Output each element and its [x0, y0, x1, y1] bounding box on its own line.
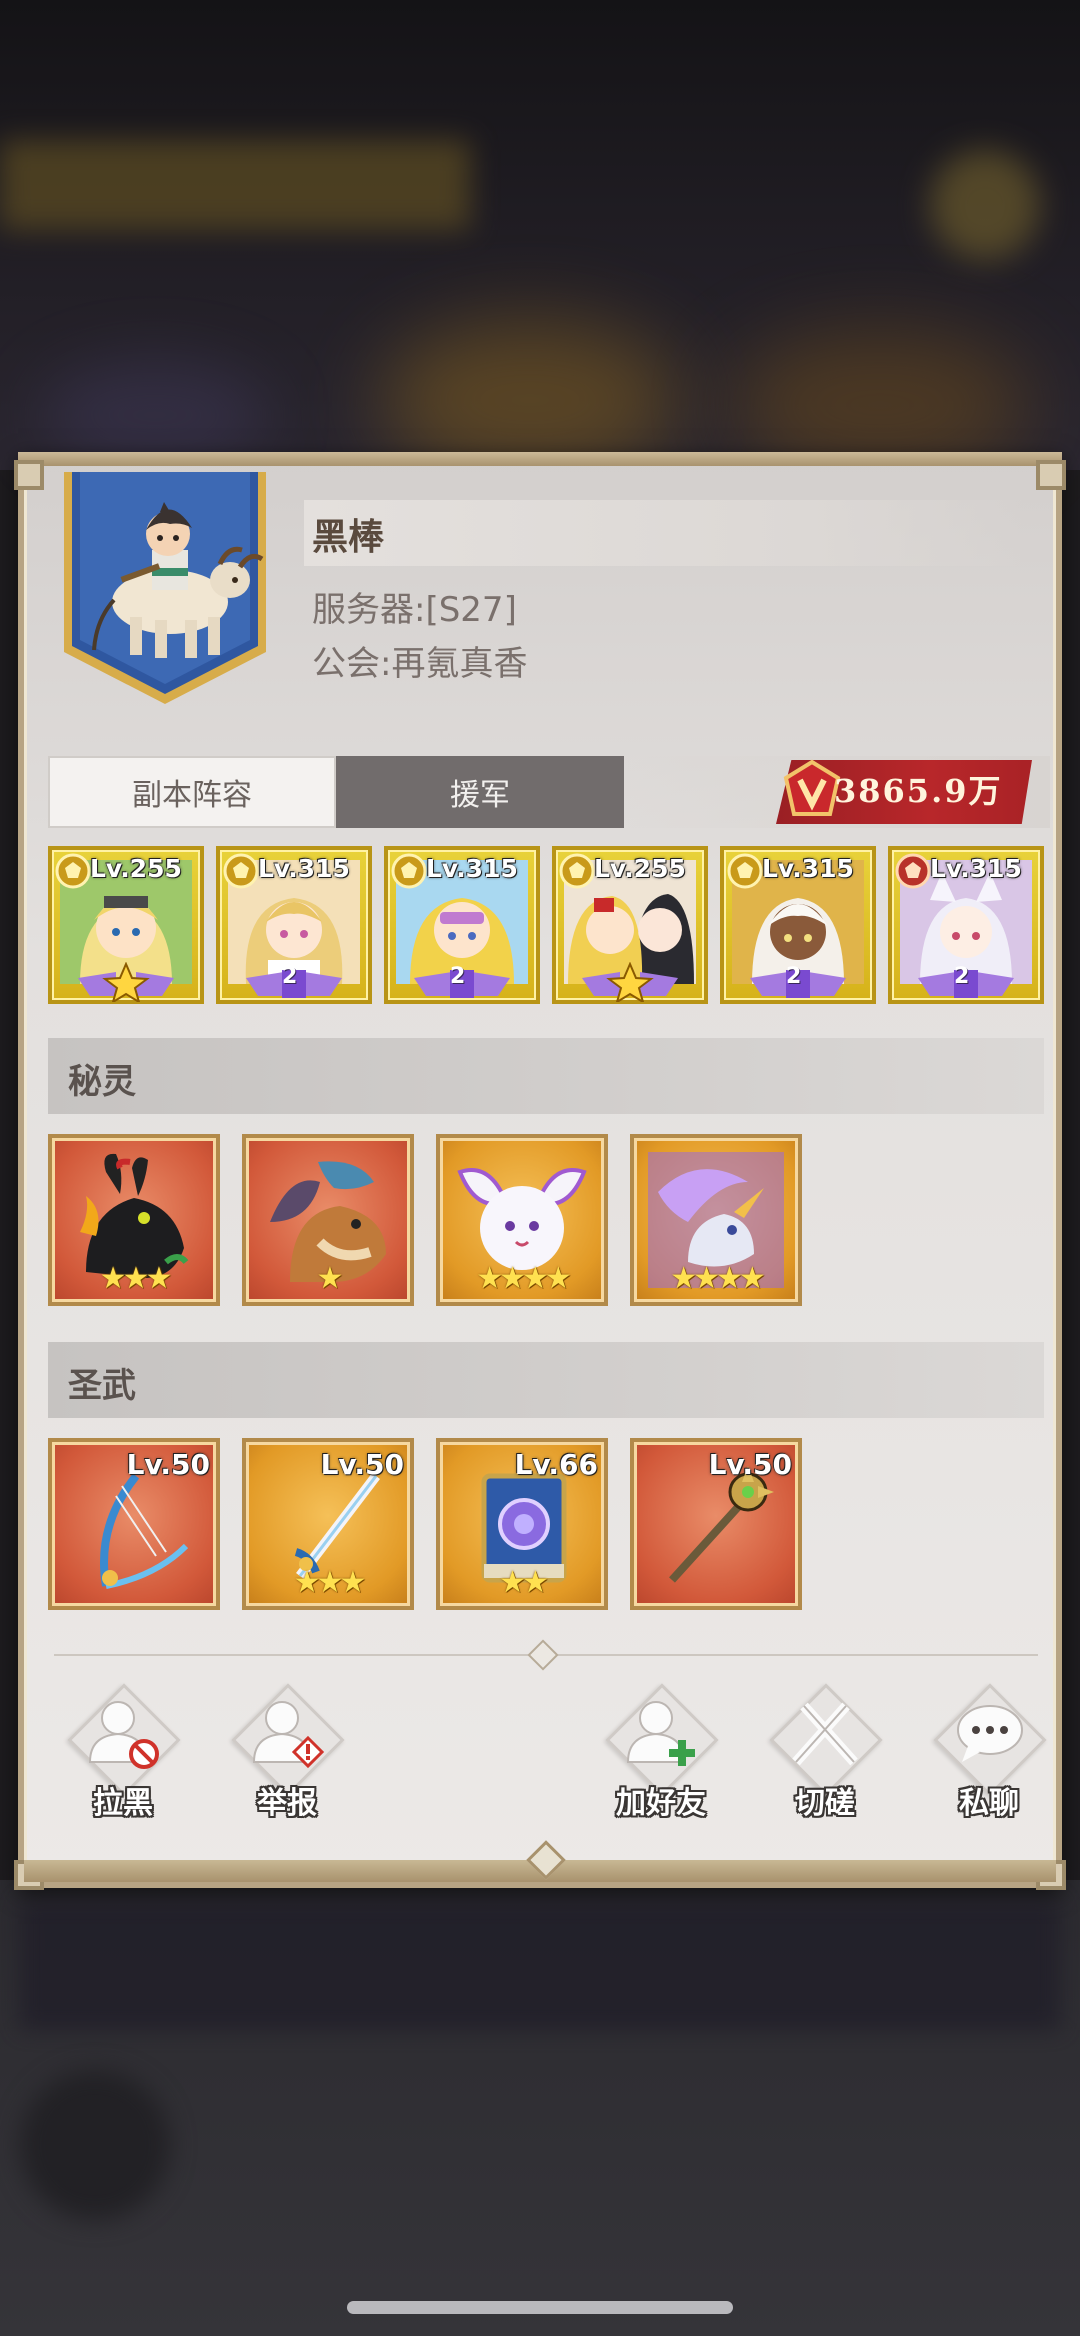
star-rating: ★★★ — [293, 1565, 367, 1600]
add-friend-icon — [626, 1701, 695, 1766]
report-button[interactable]: 举报 — [222, 1683, 352, 1830]
hero-level: Lv.255 — [594, 854, 686, 883]
weapon-level: Lv.50 — [320, 1448, 404, 1481]
star-rating: ★★★★ — [670, 1261, 766, 1296]
rank-medal-icon — [895, 853, 931, 889]
rank-medal-icon — [391, 853, 427, 889]
private-chat-button[interactable]: 私聊 — [924, 1683, 1054, 1830]
add-friend-label: 加好友 — [616, 1786, 706, 1821]
hero-grade: 2 — [954, 964, 970, 989]
block-label: 拉黑 — [93, 1786, 153, 1821]
block-button[interactable]: 拉黑 — [58, 1683, 188, 1830]
duel-button[interactable]: 切磋 — [760, 1683, 890, 1830]
home-indicator[interactable] — [347, 2301, 733, 2314]
chat-bubble-icon — [957, 1705, 1023, 1762]
section-title-weapons: 圣武 — [68, 1366, 136, 1406]
spirit-slot[interactable]: ★★★ — [48, 1134, 220, 1306]
tab-reinforcements[interactable]: 援军 — [336, 756, 624, 828]
player-server: 服务器:[S27] — [312, 590, 517, 630]
hero-level: Lv.315 — [930, 854, 1022, 883]
section-title-spirits: 秘灵 — [68, 1062, 136, 1102]
hero-card[interactable]: Lv.315 2 — [720, 846, 876, 1004]
report-user-icon — [252, 1701, 325, 1769]
hero-level: Lv.315 — [258, 854, 350, 883]
frame-corner — [14, 460, 44, 490]
hero-grade: 2 — [450, 964, 466, 989]
hero-level: Lv.315 — [762, 854, 854, 883]
star-rating: ★★★★ — [476, 1261, 572, 1296]
player-avatar[interactable] — [60, 472, 270, 708]
weapon-slot[interactable]: Lv.50 ★★★ — [242, 1438, 414, 1610]
player-info-dialog: 黑棒 服务器:[S27] 公会:再氪真香 副本阵容 援军 3865.9万 Lv.… — [14, 452, 1066, 1890]
section-header-weapons — [48, 1342, 1044, 1418]
hero-lineup: Lv.255 Lv.315 2 Lv.315 2 Lv.255 Lv.315 2… — [48, 846, 1048, 1006]
private-chat-label: 私聊 — [959, 1786, 1019, 1821]
section-header-spirits — [48, 1038, 1044, 1114]
grade-star-icon — [582, 962, 678, 1002]
divider-ornament — [527, 1639, 559, 1671]
hero-card[interactable]: Lv.315 2 — [384, 846, 540, 1004]
name-bar — [304, 500, 1024, 566]
weapon-level: Lv.50 — [126, 1448, 210, 1481]
weapon-slot[interactable]: Lv.50 — [48, 1438, 220, 1610]
hero-grade: 2 — [786, 964, 802, 989]
frame-corner — [1036, 460, 1066, 490]
report-label: 举报 — [257, 1786, 317, 1821]
spirit-slot[interactable]: ★★★★ — [436, 1134, 608, 1306]
weapon-level: Lv.50 — [708, 1448, 792, 1481]
block-user-icon — [88, 1701, 159, 1769]
hero-card[interactable]: Lv.315 2 — [888, 846, 1044, 1004]
add-friend-button[interactable]: 加好友 — [596, 1683, 726, 1830]
rank-medal-icon — [55, 853, 91, 889]
duel-label: 切磋 — [795, 1786, 855, 1821]
player-guild: 公会:再氪真香 — [312, 644, 528, 684]
hero-card[interactable]: Lv.255 — [552, 846, 708, 1004]
spirit-slot[interactable]: ★★★★ — [630, 1134, 802, 1306]
crossed-swords-icon — [792, 1702, 858, 1766]
hero-grade: 2 — [282, 964, 298, 989]
player-name: 黑棒 — [312, 517, 385, 558]
grade-star-icon — [78, 962, 174, 1002]
tab-dungeon-lineup[interactable]: 副本阵容 — [48, 756, 336, 828]
star-rating: ★★★ — [99, 1261, 173, 1296]
star-rating: ★★ — [499, 1565, 549, 1600]
weapon-slot[interactable]: Lv.66 ★★ — [436, 1438, 608, 1610]
combat-power-value: 3865.9万 — [834, 772, 1003, 810]
weapon-level: Lv.66 — [514, 1448, 598, 1481]
hero-level: Lv.315 — [426, 854, 518, 883]
star-rating: ★ — [316, 1261, 344, 1296]
rank-medal-icon — [223, 853, 259, 889]
weapon-slot[interactable]: Lv.50 — [630, 1438, 802, 1610]
hero-card[interactable]: Lv.255 — [48, 846, 204, 1004]
hero-card[interactable]: Lv.315 2 — [216, 846, 372, 1004]
rank-medal-icon — [559, 853, 595, 889]
spirit-slot[interactable]: ★ — [242, 1134, 414, 1306]
rank-medal-icon — [727, 853, 763, 889]
hero-level: Lv.255 — [90, 854, 182, 883]
